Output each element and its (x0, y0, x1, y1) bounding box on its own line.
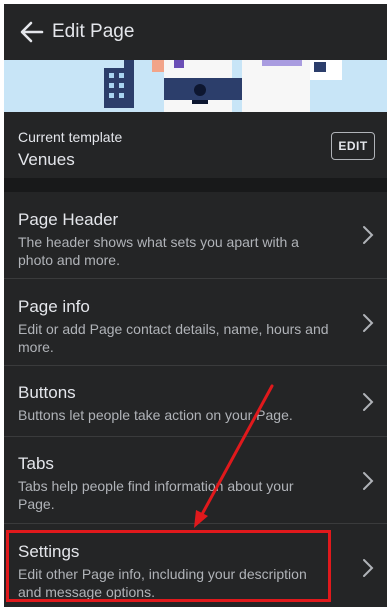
chevron-right-icon (363, 314, 374, 332)
chevron-right-icon (363, 472, 374, 490)
chevron-right-icon (363, 559, 374, 577)
menu-item-title: Page info (18, 297, 90, 316)
illustration-art (4, 60, 387, 112)
menu-item-description: Edit other Page info, including your des… (18, 566, 307, 600)
menu-item-description: Tabs help people find information about … (18, 478, 294, 512)
menu-item-buttons[interactable]: Buttons Buttons let people take action o… (4, 366, 387, 436)
menu-item-description: The header shows what sets you apart wit… (18, 234, 299, 268)
arrow-left-icon (20, 21, 44, 43)
edit-template-button[interactable]: EDIT (331, 132, 375, 160)
menu-item-description: Edit or add Page contact details, name, … (18, 321, 329, 355)
page-title: Edit Page (52, 21, 135, 42)
phone-screen: Edit Page Current template Venues EDIT P… (4, 4, 387, 607)
template-value: Venues (18, 150, 75, 169)
current-template-section: Current template Venues EDIT (4, 112, 387, 178)
menu-item-title: Tabs (18, 454, 54, 473)
menu-item-title: Page Header (18, 210, 119, 229)
menu-item-title: Settings (18, 542, 80, 561)
menu-item-page-header[interactable]: Page Header The header shows what sets y… (4, 192, 387, 278)
template-illustration (4, 60, 387, 112)
chevron-right-icon (363, 226, 374, 244)
menu-item-page-info[interactable]: Page info Edit or add Page contact detai… (4, 279, 387, 365)
menu-item-description: Buttons let people take action on your P… (18, 407, 293, 423)
section-separator (4, 178, 387, 192)
menu-item-settings[interactable]: Settings Edit other Page info, including… (4, 524, 387, 607)
menu-item-title: Buttons (18, 383, 76, 402)
menu-item-tabs[interactable]: Tabs Tabs help people find information a… (4, 437, 387, 523)
top-app-bar: Edit Page (4, 4, 387, 60)
template-label: Current template (18, 129, 123, 145)
chevron-right-icon (363, 393, 374, 411)
